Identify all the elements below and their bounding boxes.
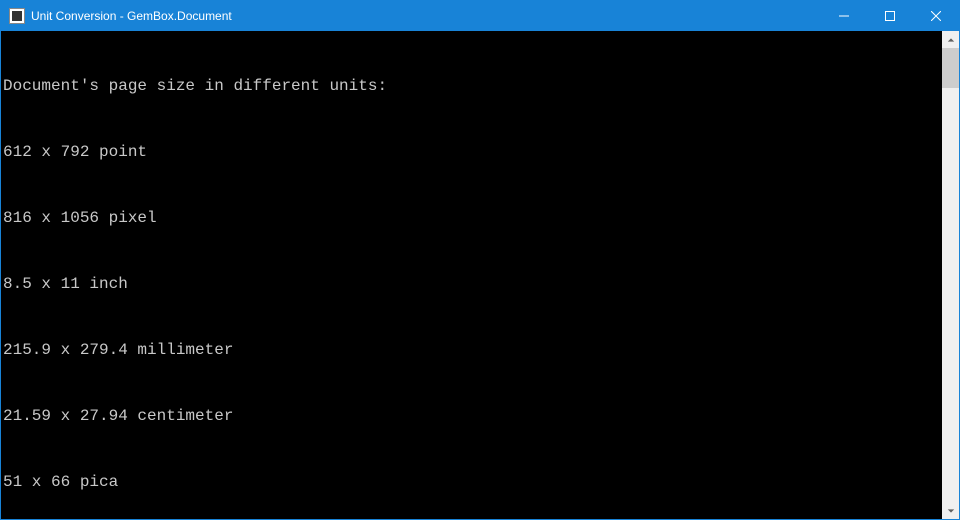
minimize-icon [839,11,849,21]
scroll-up-button[interactable] [942,31,959,48]
console-line: 8.5 x 11 inch [3,273,940,295]
console-line: 816 x 1056 pixel [3,207,940,229]
app-window: Unit Conversion - GemBox.Document Docume… [0,0,960,520]
client-area: Document's page size in different units:… [1,31,959,519]
chevron-up-icon [947,36,955,44]
console-line: 21.59 x 27.94 centimeter [3,405,940,427]
app-icon [9,8,25,24]
close-icon [931,11,941,21]
window-controls [821,1,959,31]
scrollbar-track[interactable] [942,48,959,502]
maximize-icon [885,11,895,21]
console-line: 612 x 792 point [3,141,940,163]
minimize-button[interactable] [821,1,867,31]
scrollbar-thumb[interactable] [942,48,959,88]
scroll-down-button[interactable] [942,502,959,519]
chevron-down-icon [947,507,955,515]
close-button[interactable] [913,1,959,31]
console-line: 51 x 66 pica [3,471,940,493]
console-line: 215.9 x 279.4 millimeter [3,339,940,361]
console-heading: Document's page size in different units: [3,75,940,97]
maximize-button[interactable] [867,1,913,31]
vertical-scrollbar[interactable] [942,31,959,519]
window-title: Unit Conversion - GemBox.Document [31,9,232,23]
titlebar[interactable]: Unit Conversion - GemBox.Document [1,1,959,31]
console-output: Document's page size in different units:… [1,31,942,519]
